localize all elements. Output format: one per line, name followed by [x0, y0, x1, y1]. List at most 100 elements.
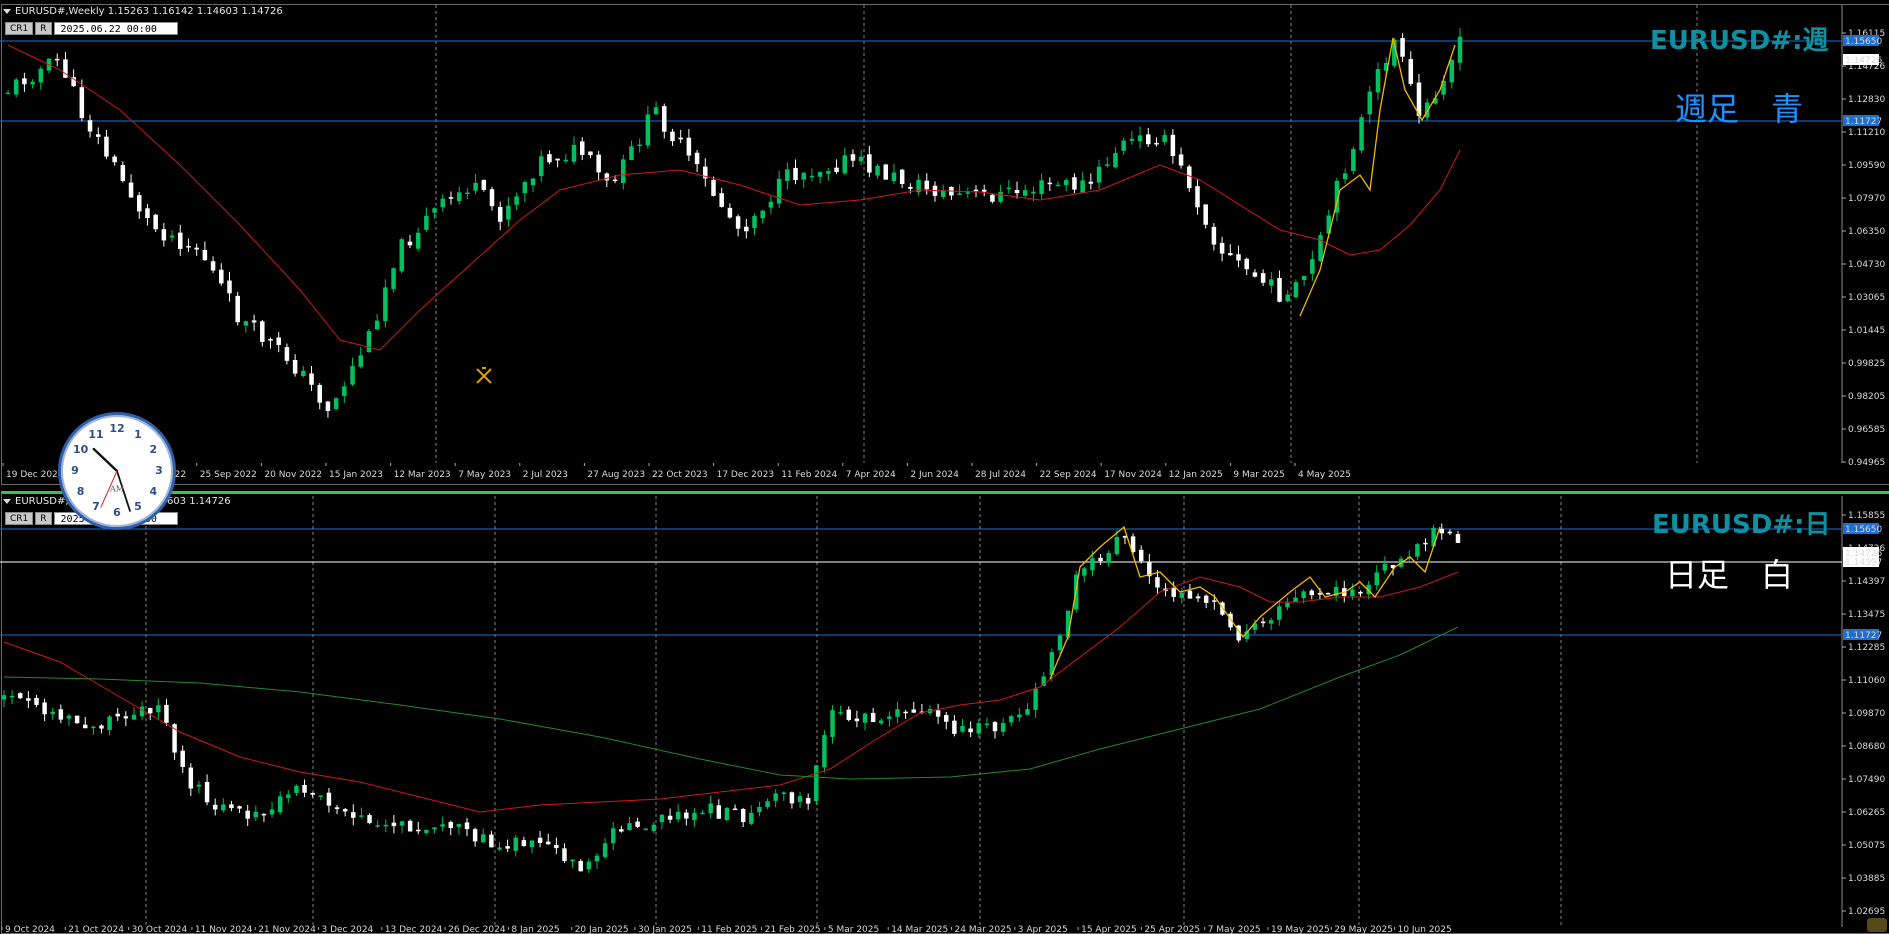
analog-clock-widget[interactable]: AM 12 1 2 3 4 5 6 7 8 9 10 11: [58, 412, 176, 530]
bull-candle: [830, 710, 835, 737]
bull-candle: [822, 735, 827, 768]
bear-candle: [670, 131, 675, 142]
bear-candle: [472, 829, 478, 842]
bear-candle: [883, 164, 889, 180]
bear-candle: [54, 58, 60, 61]
daily-marker-white-label: 1.14397: [1845, 558, 1882, 568]
bull-candle: [131, 714, 137, 720]
bear-candle: [310, 792, 315, 795]
time-axis-label: 25 Sep 2022: [200, 470, 257, 480]
bull-candle: [1113, 153, 1118, 168]
clock-number: 8: [76, 485, 85, 498]
bear-candle: [1171, 588, 1176, 597]
weekly-r-button[interactable]: R: [35, 22, 52, 35]
bull-candle: [440, 198, 446, 208]
bull-candle: [594, 855, 600, 862]
weekly-chart-window[interactable]: EURUSD#,Weekly 1.15263 1.16142 1.14603 1…: [0, 0, 1889, 485]
bear-candle: [805, 798, 811, 804]
daily-cr1-button[interactable]: CR1: [5, 512, 34, 525]
bear-candle: [178, 232, 183, 249]
bull-candle: [1374, 572, 1380, 586]
bear-candle: [18, 693, 23, 699]
collapse-triangle-icon[interactable]: [3, 8, 11, 14]
bear-candle: [407, 820, 413, 832]
bear-candle: [1211, 226, 1217, 245]
bull-candle: [659, 814, 665, 823]
bear-candle: [1187, 166, 1192, 189]
bull-candle: [645, 114, 651, 146]
bull-candle: [749, 812, 754, 824]
bull-candle: [785, 169, 790, 182]
bull-candle: [5, 92, 11, 95]
bear-candle: [1439, 528, 1444, 534]
time-axis-label: 21 Nov 2024: [258, 925, 316, 934]
bear-candle: [694, 152, 700, 165]
daily-r-button[interactable]: R: [35, 512, 52, 525]
bear-candle: [186, 246, 191, 248]
bear-candle: [1260, 621, 1266, 624]
collapse-triangle-icon[interactable]: [3, 498, 11, 504]
bear-candle: [719, 193, 724, 207]
time-axis-label: 30 Jan 2025: [638, 925, 692, 934]
bear-candle: [416, 829, 421, 832]
bear-candle: [1260, 273, 1266, 283]
bull-candle: [391, 268, 396, 290]
bull-candle: [653, 107, 659, 115]
bull-candle: [530, 178, 536, 186]
bull-candle: [637, 144, 642, 147]
daily-price-plot[interactable]: 1.158551.147261.143971.134751.122851.110…: [0, 487, 1889, 934]
bear-candle: [990, 194, 995, 202]
bull-candle: [1301, 275, 1307, 280]
bull-candle: [629, 146, 634, 161]
weekly-price-plot[interactable]: 1.161151.147261.128301.112101.095901.079…: [0, 0, 1889, 485]
bear-candle: [1155, 577, 1160, 588]
bull-candle: [522, 182, 528, 194]
bull-candle: [757, 806, 762, 813]
time-axis-label: 30 Oct 2024: [132, 925, 188, 934]
price-tick-label: 1.09870: [1848, 709, 1885, 719]
daily-moving-average-red: [3, 571, 1459, 813]
bull-candle: [424, 215, 429, 230]
bear-candle: [407, 241, 413, 246]
price-tick-label: 1.07490: [1848, 775, 1885, 785]
price-tick-label: 1.13475: [1848, 610, 1885, 620]
bear-candle: [1358, 591, 1363, 594]
bull-candle: [1293, 282, 1299, 298]
bear-candle: [735, 216, 741, 229]
bull-candle: [1318, 235, 1323, 261]
bull-candle: [1285, 602, 1290, 608]
bear-candle: [245, 810, 250, 819]
bull-candle: [473, 182, 478, 191]
bull-candle: [30, 81, 35, 85]
bear-candle: [678, 137, 683, 140]
weekly-date-input[interactable]: 2025.06.22 00:00: [53, 22, 178, 35]
bear-candle: [944, 715, 949, 722]
bear-candle: [120, 164, 126, 182]
bear-candle: [579, 141, 585, 156]
bull-candle: [724, 807, 730, 820]
bear-candle: [537, 837, 543, 843]
daily-note-label: 日足 白: [1665, 556, 1794, 594]
bear-candle: [716, 805, 722, 819]
daily-chart-window[interactable]: EURUSD#,D14603 1.14726 CR1 R 2025.06.22 …: [0, 487, 1889, 934]
bear-candle: [145, 208, 150, 219]
bull-candle: [610, 828, 616, 844]
bear-candle: [112, 156, 117, 163]
time-axis-label: 3 Apr 2025: [1018, 925, 1068, 934]
bull-candle: [139, 706, 145, 717]
time-axis-label: 21 Feb 2025: [765, 925, 821, 934]
clock-number: 3: [155, 464, 163, 477]
bull-candle: [1350, 589, 1355, 597]
bear-candle: [235, 295, 240, 323]
bear-candle: [908, 186, 913, 189]
price-tick-label: 1.07970: [1848, 194, 1885, 204]
bear-candle: [34, 697, 39, 705]
bear-candle: [261, 813, 267, 816]
bull-candle: [620, 159, 626, 183]
bear-candle: [42, 702, 47, 715]
bull-candle: [169, 235, 175, 238]
time-axis-label: 7 Apr 2024: [846, 470, 896, 480]
bull-candle: [196, 784, 202, 787]
weekly-cr1-button[interactable]: CR1: [5, 22, 34, 35]
bull-candle: [1025, 709, 1030, 715]
